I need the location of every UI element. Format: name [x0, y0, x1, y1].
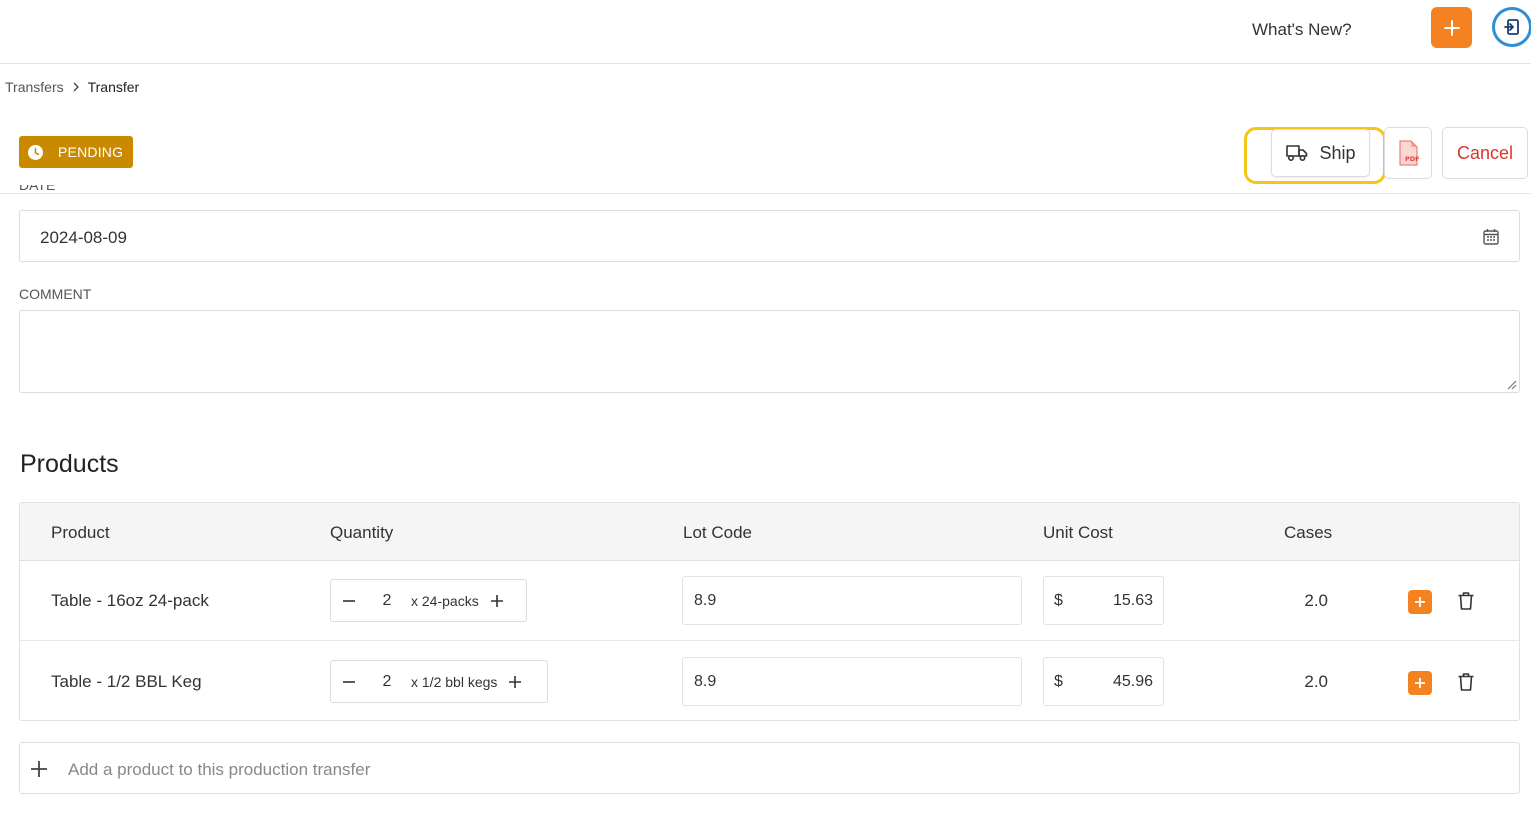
- date-field[interactable]: 2024-08-09: [19, 210, 1520, 262]
- date-value: 2024-08-09: [40, 228, 127, 247]
- header-divider: [0, 193, 1531, 194]
- products-table: Product Quantity Lot Code Unit Cost Case…: [19, 502, 1520, 721]
- plus-icon: [1443, 19, 1460, 36]
- decrement-button[interactable]: [331, 580, 367, 621]
- plus-icon: [509, 675, 522, 688]
- row-add-button[interactable]: [1408, 671, 1432, 695]
- plus-icon: [31, 761, 47, 777]
- increment-button[interactable]: [479, 580, 515, 621]
- plus-icon: [1415, 597, 1425, 607]
- trash-icon[interactable]: [1457, 591, 1475, 611]
- date-label: DATE: [19, 185, 56, 193]
- global-add-button[interactable]: [1431, 7, 1472, 48]
- add-product-input[interactable]: Add a product to this production transfe…: [19, 742, 1520, 794]
- quantity-stepper: 2 x 1/2 bbl kegs: [330, 660, 548, 703]
- quantity-value[interactable]: 2: [367, 592, 407, 610]
- pdf-file-icon: PDF: [1399, 140, 1419, 166]
- currency-symbol: $: [1054, 673, 1063, 690]
- quantity-stepper: 2 x 24-packs: [330, 579, 527, 622]
- column-header-cases: Cases: [1284, 523, 1333, 542]
- table-row: Table - 1/2 BBL Keg 2 x 1/2 bbl kegs 8.9…: [20, 642, 1519, 720]
- currency-symbol: $: [1054, 592, 1063, 609]
- breadcrumb: Transfers Transfer: [5, 79, 139, 95]
- increment-button[interactable]: [497, 661, 533, 702]
- cases-value: 2.0: [1304, 591, 1328, 610]
- ship-button[interactable]: Ship: [1271, 129, 1370, 177]
- unit-cost-value: 15.63: [1112, 592, 1153, 609]
- minus-icon: [343, 680, 355, 683]
- ship-label: Ship: [1319, 142, 1356, 163]
- resize-handle-icon[interactable]: [1505, 378, 1517, 390]
- add-product-placeholder: Add a product to this production transfe…: [68, 760, 371, 779]
- product-name: Table - 1/2 BBL Keg: [51, 672, 202, 691]
- column-header-product: Product: [51, 523, 110, 542]
- truck-icon: [1286, 145, 1308, 162]
- clock-icon: [28, 144, 43, 160]
- comment-label: COMMENT: [19, 286, 92, 302]
- breadcrumb-current: Transfer: [87, 79, 140, 95]
- status-badge: PENDING: [19, 136, 134, 168]
- lot-code-input[interactable]: 8.9: [682, 576, 1022, 625]
- products-title: Products: [20, 450, 119, 478]
- plus-icon: [490, 594, 503, 607]
- svg-text:PDF: PDF: [1405, 155, 1419, 163]
- unit-cost-value: 45.96: [1112, 673, 1153, 690]
- avatar[interactable]: [1492, 7, 1531, 47]
- comment-textarea[interactable]: [19, 310, 1520, 393]
- lot-code-input[interactable]: 8.9: [682, 657, 1022, 706]
- quantity-value[interactable]: 2: [367, 673, 407, 691]
- quantity-unit: x 24-packs: [411, 592, 479, 609]
- pdf-button[interactable]: PDF: [1384, 127, 1432, 179]
- breadcrumb-transfers-link[interactable]: Transfers: [5, 79, 64, 95]
- chevron-right-icon: [73, 82, 79, 92]
- decrement-button[interactable]: [331, 661, 367, 702]
- unit-cost-input[interactable]: $ 15.63: [1043, 576, 1164, 625]
- column-header-lot-code: Lot Code: [683, 523, 752, 542]
- calendar-icon[interactable]: [1483, 228, 1499, 245]
- plus-icon: [1415, 678, 1425, 688]
- column-header-unit-cost: Unit Cost: [1043, 523, 1113, 542]
- user-badge-icon: [1504, 19, 1519, 35]
- cases-value: 2.0: [1304, 672, 1328, 691]
- quantity-unit: x 1/2 bbl kegs: [411, 673, 498, 690]
- table-row: Table - 16oz 24-pack 2 x 24-packs 8.9 $ …: [20, 561, 1519, 641]
- column-header-quantity: Quantity: [330, 523, 394, 542]
- whats-new-link[interactable]: What's New?: [1252, 20, 1352, 40]
- unit-cost-input[interactable]: $ 45.96: [1043, 657, 1164, 706]
- minus-icon: [343, 599, 355, 602]
- product-name: Table - 16oz 24-pack: [51, 591, 209, 610]
- table-header: Product Quantity Lot Code Unit Cost Case…: [20, 503, 1519, 561]
- trash-icon[interactable]: [1457, 672, 1475, 692]
- cancel-button[interactable]: Cancel: [1442, 127, 1528, 179]
- top-bar: What's New?: [0, 0, 1531, 64]
- row-add-button[interactable]: [1408, 590, 1432, 614]
- status-label: PENDING: [58, 144, 124, 160]
